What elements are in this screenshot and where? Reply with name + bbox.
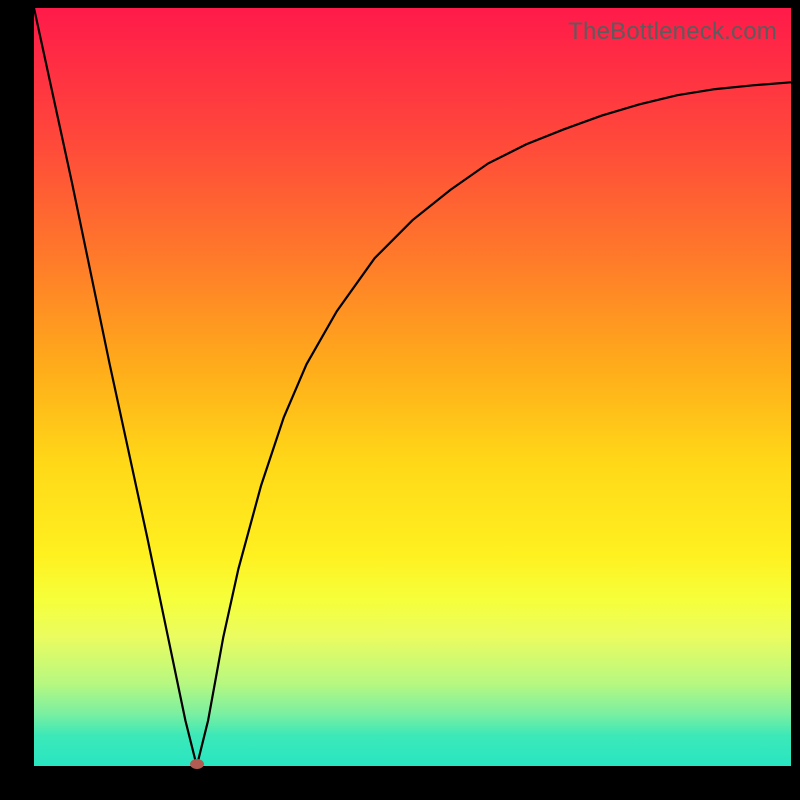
minimum-marker	[190, 759, 204, 769]
chart-frame: TheBottleneck.com	[0, 0, 800, 800]
plot-area: TheBottleneck.com	[34, 8, 791, 766]
bottleneck-curve	[34, 8, 791, 766]
curve-svg	[34, 8, 791, 766]
